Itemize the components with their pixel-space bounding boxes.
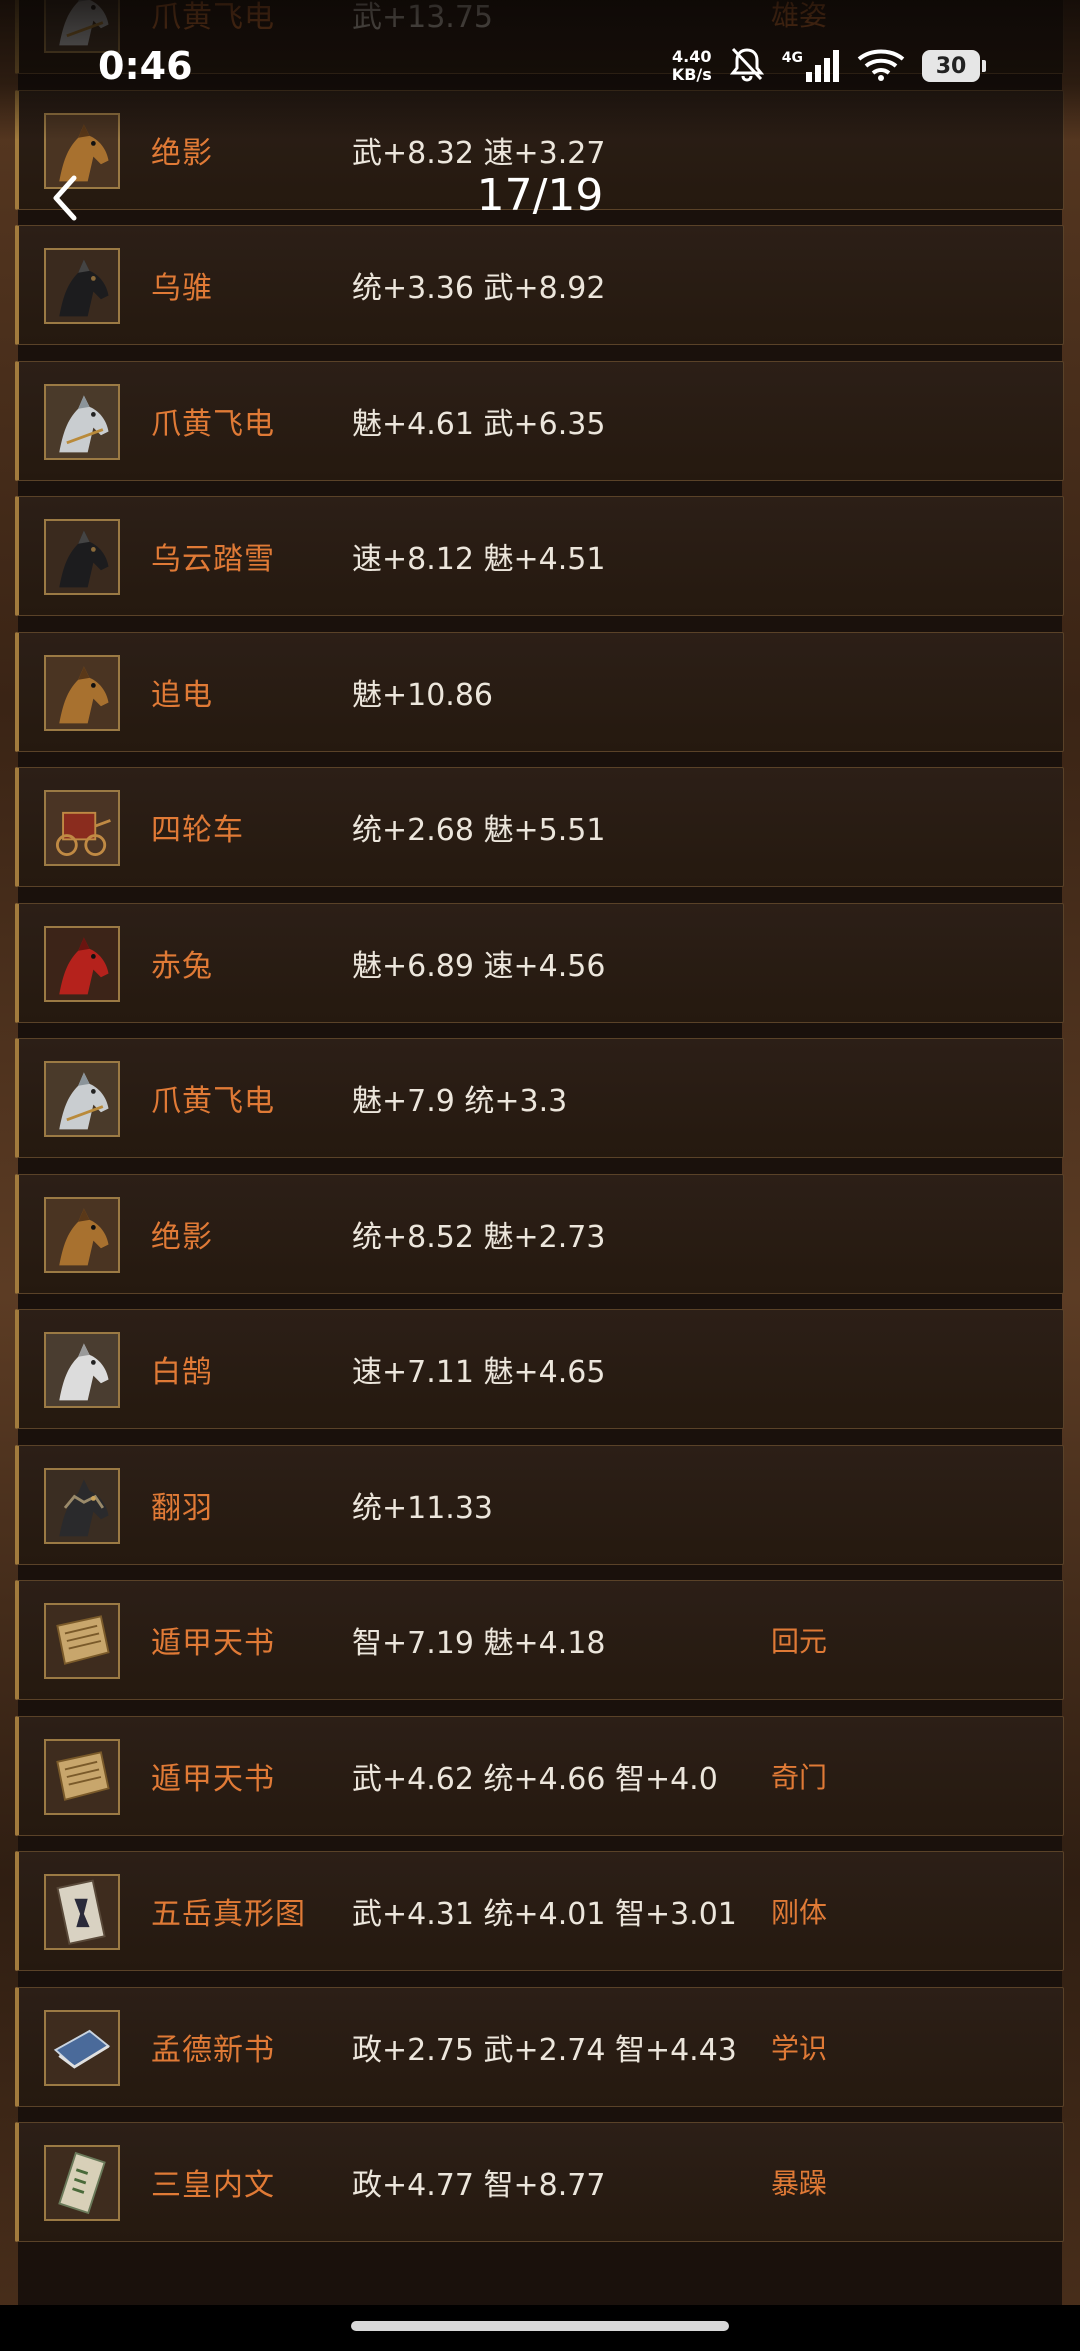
item-name: 爪黄飞电 xyxy=(151,406,275,442)
item-stats: 政+2.75 武+2.74 智+4.43 xyxy=(352,2032,737,2068)
item-skill: 回元 xyxy=(771,1625,828,1658)
item-stats: 统+8.52 魅+2.73 xyxy=(352,1219,606,1255)
list-item[interactable]: 赤兔 魅+6.89 速+4.56 xyxy=(15,902,1064,1023)
equipment-list[interactable]: 爪黄飞电 武+13.75 雄姿 绝影 武+8.32 速+3.27 乌骓 统+3.… xyxy=(15,0,1064,2258)
list-item[interactable]: 绝影 统+8.52 魅+2.73 xyxy=(15,1173,1064,1294)
armored-horse-icon xyxy=(44,1467,120,1544)
item-stats: 武+4.62 统+4.66 智+4.0 xyxy=(352,1761,718,1797)
item-skill: 刚体 xyxy=(771,1896,828,1929)
black-horse-icon xyxy=(44,248,120,324)
white-horse-icon xyxy=(44,383,120,460)
item-name: 翻羽 xyxy=(151,1490,213,1526)
item-name: 追电 xyxy=(151,677,213,713)
red-horse-icon xyxy=(44,925,120,1002)
list-item[interactable]: 乌云踏雪 速+8.12 魅+4.51 xyxy=(15,496,1064,616)
item-stats: 政+4.77 智+8.77 xyxy=(352,2168,606,2203)
list-item[interactable]: 追电 魅+10.86 xyxy=(15,631,1064,752)
black-horse-icon xyxy=(44,519,120,595)
item-stats: 统+3.36 武+8.92 xyxy=(352,271,606,306)
item-skill: 学识 xyxy=(771,2031,828,2065)
item-stats: 魅+4.61 武+6.35 xyxy=(352,406,606,442)
map-scroll-icon xyxy=(44,1874,120,1950)
blue-book-icon xyxy=(44,2009,120,2086)
scroll-book-icon xyxy=(44,1738,120,1815)
item-name: 爪黄飞电 xyxy=(151,1084,275,1119)
list-item[interactable]: 爪黄飞电 武+13.75 雄姿 xyxy=(15,0,1064,74)
list-item[interactable]: 爪黄飞电 魅+7.9 统+3.3 xyxy=(15,1038,1064,1158)
list-item[interactable]: 爪黄飞电 魅+4.61 武+6.35 xyxy=(15,360,1064,481)
item-stats: 魅+7.9 统+3.3 xyxy=(352,1084,568,1119)
item-skill: 雄姿 xyxy=(771,0,828,32)
item-stats: 魅+6.89 速+4.56 xyxy=(352,948,606,984)
list-item[interactable]: 乌骓 统+3.36 武+8.92 xyxy=(15,225,1064,345)
list-item[interactable]: 白鹄 速+7.11 魅+4.65 xyxy=(15,1309,1064,1429)
item-name: 遁甲天书 xyxy=(151,1761,275,1797)
item-name: 四轮车 xyxy=(151,813,244,848)
grey-horse-icon xyxy=(44,1332,120,1408)
item-name: 孟德新书 xyxy=(151,2032,275,2068)
item-stats: 速+7.11 魅+4.65 xyxy=(352,1355,606,1390)
item-stats: 武+13.75 xyxy=(352,0,494,35)
white-horse-icon xyxy=(44,1061,120,1137)
white-horse-icon xyxy=(44,0,120,53)
item-stats: 统+2.68 魅+5.51 xyxy=(352,813,606,848)
home-indicator[interactable] xyxy=(351,2321,729,2331)
item-name: 爪黄飞电 xyxy=(151,0,275,35)
item-stats: 智+7.19 魅+4.18 xyxy=(352,1626,606,1661)
list-item[interactable]: 五岳真形图 武+4.31 统+4.01 智+3.01 刚体 xyxy=(15,1851,1064,1971)
right-border-decoration xyxy=(1062,0,1080,2351)
item-stats: 武+4.31 统+4.01 智+3.01 xyxy=(352,1897,737,1932)
item-name: 五岳真形图 xyxy=(151,1897,306,1932)
item-name: 乌骓 xyxy=(151,271,213,306)
brown-horse-icon xyxy=(44,1196,120,1273)
item-name: 遁甲天书 xyxy=(151,1626,275,1661)
item-stats: 统+11.33 xyxy=(352,1490,494,1526)
item-skill: 暴躁 xyxy=(771,2167,828,2200)
list-item[interactable]: 孟德新书 政+2.75 武+2.74 智+4.43 学识 xyxy=(15,1986,1064,2107)
list-item[interactable]: 遁甲天书 武+4.62 统+4.66 智+4.0 奇门 xyxy=(15,1715,1064,1836)
green-scroll-icon xyxy=(44,2145,120,2221)
item-name: 赤兔 xyxy=(151,948,213,984)
item-stats: 速+8.12 魅+4.51 xyxy=(352,542,606,577)
list-item[interactable]: 翻羽 统+11.33 xyxy=(15,1444,1064,1565)
item-name: 绝影 xyxy=(151,1219,213,1255)
list-item[interactable]: 遁甲天书 智+7.19 魅+4.18 回元 xyxy=(15,1580,1064,1700)
list-item[interactable]: 四轮车 统+2.68 魅+5.51 xyxy=(15,767,1064,887)
item-skill: 奇门 xyxy=(771,1760,828,1794)
list-item[interactable]: 三皇内文 政+4.77 智+8.77 暴躁 xyxy=(15,2122,1064,2242)
item-name: 乌云踏雪 xyxy=(151,542,275,577)
cart-icon xyxy=(44,790,120,866)
scroll-book-icon xyxy=(44,1603,120,1679)
page-counter: 17/19 xyxy=(476,170,604,221)
brown-horse-icon xyxy=(44,654,120,731)
item-name: 三皇内文 xyxy=(151,2168,275,2203)
item-name: 白鹄 xyxy=(151,1355,213,1390)
item-stats: 魅+10.86 xyxy=(352,677,494,713)
